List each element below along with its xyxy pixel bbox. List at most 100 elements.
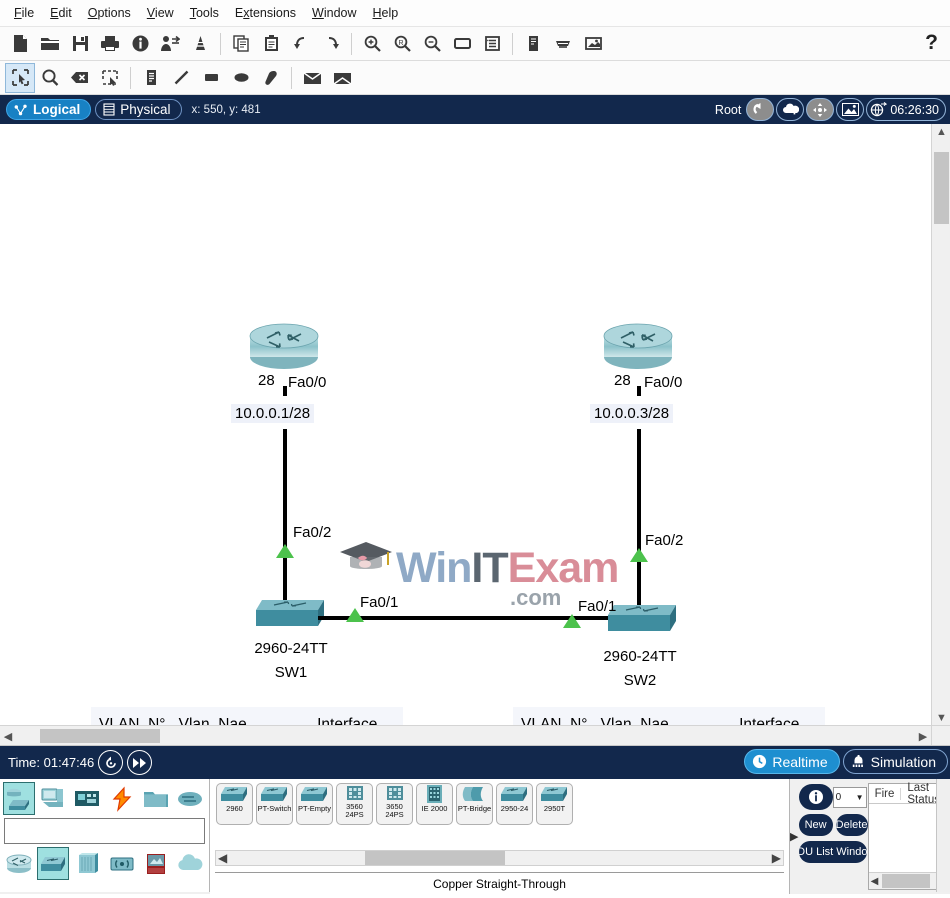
category-components[interactable] (71, 782, 103, 815)
logical-canvas[interactable]: WinITExam .com 28 Fa0/0 10.0.0.1/28 Fa0/… (0, 124, 931, 726)
device-pt-bridge[interactable]: PT-Bridge (456, 783, 493, 825)
draw-ellipse-icon[interactable] (226, 63, 256, 93)
scroll-left-icon[interactable]: ◀ (0, 726, 16, 745)
menu-options[interactable]: Options (80, 3, 139, 23)
paste-icon[interactable] (256, 29, 286, 59)
delete-scenario-button[interactable]: Delete (835, 814, 868, 836)
print-icon[interactable] (95, 29, 125, 59)
device-pt-switch[interactable]: PT-Switch (256, 783, 293, 825)
pdu-list-window-button[interactable]: PDU List Window (798, 841, 867, 863)
copy-icon[interactable] (226, 29, 256, 59)
new-cluster-icon[interactable] (776, 98, 805, 121)
zoom-in-icon[interactable] (357, 29, 387, 59)
fast-forward-time-icon[interactable] (127, 750, 153, 775)
add-simple-pdu-icon[interactable] (297, 63, 327, 93)
vertical-scroll-thumb[interactable] (934, 152, 949, 224)
inspect-panel-icon[interactable] (518, 29, 548, 59)
category-multiuser-connection[interactable] (174, 782, 206, 815)
mode-simulation[interactable]: Simulation (842, 749, 948, 774)
subcategory-wan-emulation[interactable] (140, 847, 172, 880)
pdu-info-icon[interactable] (798, 784, 833, 810)
menu-view[interactable]: View (139, 3, 182, 23)
viewport-icon[interactable] (578, 29, 608, 59)
simulation-clock[interactable]: 06:26:30 (866, 98, 946, 121)
device-2950t[interactable]: 2950T (536, 783, 573, 825)
tab-physical[interactable]: Physical (95, 99, 182, 120)
save-icon[interactable] (65, 29, 95, 59)
subcategory-wireless-devices[interactable] (106, 847, 138, 880)
draw-palette-icon[interactable] (447, 29, 477, 59)
pdu-panel-scrollbar[interactable] (936, 779, 950, 892)
pdu-scroll-thumb[interactable] (882, 874, 931, 888)
canvas-horizontal-scrollbar[interactable]: ◀ ▶ (0, 725, 931, 745)
link-router2-sw2[interactable] (637, 429, 641, 609)
menu-file[interactable]: File (6, 3, 42, 23)
subcategory-cloud-devices[interactable] (174, 847, 206, 880)
subcategory-routers[interactable] (3, 847, 35, 880)
draw-rectangle-icon[interactable] (196, 63, 226, 93)
menu-window[interactable]: Window (304, 3, 364, 23)
menu-help[interactable]: Help (365, 3, 407, 23)
help-question-icon[interactable]: ? (925, 31, 938, 55)
device-scroll-left-icon[interactable]: ◀ (216, 851, 227, 865)
move-object-icon[interactable] (806, 98, 835, 121)
activity-wizard-icon[interactable] (155, 29, 185, 59)
category-miscellaneous[interactable] (140, 782, 172, 815)
tab-logical[interactable]: Logical (6, 99, 92, 120)
pdu-expand-arrow-icon[interactable]: ▶ (790, 779, 799, 894)
mode-realtime[interactable]: Realtime (744, 749, 840, 774)
chevron-down-icon[interactable]: ▼ (856, 793, 864, 802)
multiuser-wizard-icon[interactable] (185, 29, 215, 59)
add-complex-pdu-icon[interactable] (327, 63, 357, 93)
info-icon[interactable] (125, 29, 155, 59)
category-network-devices[interactable] (3, 782, 36, 815)
menu-tools[interactable]: Tools (182, 3, 227, 23)
open-folder-icon[interactable] (35, 29, 65, 59)
device-scroll-right-icon[interactable]: ▶ (772, 851, 783, 865)
device-list-scrollbar[interactable]: ◀ ▶ (215, 850, 784, 866)
sw1-device[interactable] (250, 594, 330, 636)
category-end-devices[interactable] (37, 782, 69, 815)
undo-icon[interactable] (286, 29, 316, 59)
root-breadcrumb[interactable]: Root (715, 103, 741, 117)
router1-device[interactable] (247, 320, 321, 372)
device-scroll-thumb[interactable] (364, 851, 505, 865)
redo-icon[interactable] (316, 29, 346, 59)
zoom-out-icon[interactable] (417, 29, 447, 59)
new-scenario-button[interactable]: New (798, 814, 833, 836)
power-cycle-devices-icon[interactable] (98, 750, 124, 775)
subcategory-switches[interactable] (37, 847, 70, 880)
device-2960[interactable]: 2960 (216, 783, 253, 825)
delete-tool-icon[interactable] (65, 63, 95, 93)
set-tiled-background-icon[interactable] (836, 98, 865, 121)
subcategory-hubs[interactable] (71, 847, 103, 880)
scroll-down-icon[interactable]: ▼ (932, 710, 950, 726)
draw-line-icon[interactable] (166, 63, 196, 93)
device-2950-24[interactable]: 2950-24 (496, 783, 533, 825)
device-pt-empty[interactable]: PT-Empty (296, 783, 333, 825)
scenario-dropdown[interactable]: 0 ▼ (832, 786, 867, 808)
horizontal-scroll-thumb[interactable] (40, 729, 160, 743)
resize-shape-icon[interactable] (95, 63, 125, 93)
zoom-reset-icon[interactable]: R (387, 29, 417, 59)
device-3650-24ps[interactable]: 3650 24PS (376, 783, 413, 825)
select-tool-icon[interactable] (5, 62, 35, 93)
network-description-icon[interactable] (548, 29, 578, 59)
place-note-icon[interactable] (136, 63, 166, 93)
link-router1-sw1[interactable] (283, 429, 287, 614)
back-arrow-icon[interactable] (746, 98, 775, 121)
device-ie-2000[interactable]: IE 2000 (416, 783, 453, 825)
menu-edit[interactable]: Edit (42, 3, 80, 23)
router2-device[interactable] (601, 320, 675, 372)
inspect-tool-icon[interactable] (35, 63, 65, 93)
scroll-right-icon[interactable]: ▶ (915, 726, 931, 745)
menu-extensions[interactable]: Extensions (227, 3, 304, 23)
draw-freeform-icon[interactable] (256, 63, 286, 93)
device-3560-24ps[interactable]: 3560 24PS (336, 783, 373, 825)
custom-devices-icon[interactable] (477, 29, 507, 59)
pdu-scroll-left-icon[interactable]: ◀ (869, 876, 879, 887)
canvas-vertical-scrollbar[interactable]: ▲ ▼ (931, 124, 950, 726)
category-connections[interactable] (106, 782, 138, 815)
new-file-icon[interactable] (5, 29, 35, 59)
scroll-up-icon[interactable]: ▲ (932, 124, 950, 140)
